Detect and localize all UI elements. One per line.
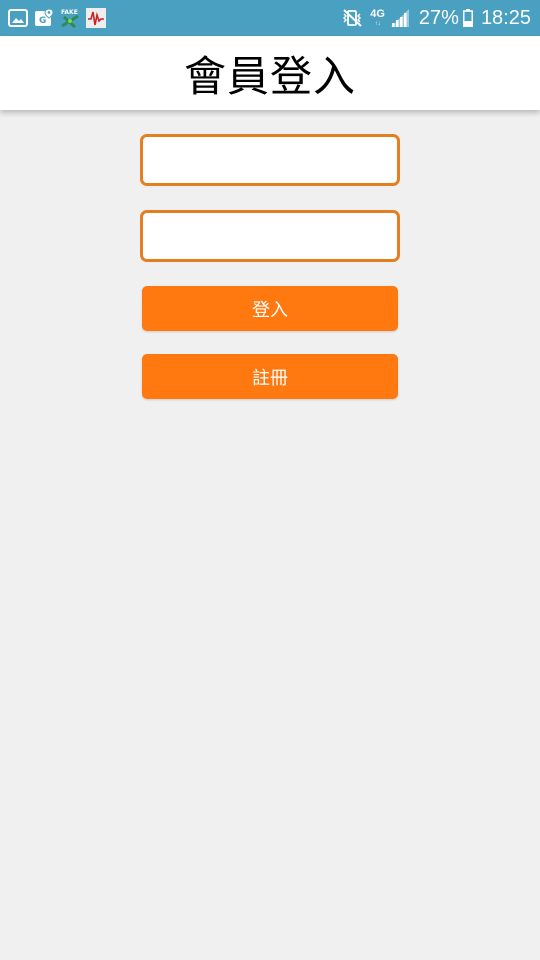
battery-icon [462,9,473,27]
fake-gps-icon: FAKE [60,8,80,29]
system-status-icons: 4G ↑↓ 27% 18:25 [340,0,531,36]
maps-icon: G [35,8,54,26]
login-button[interactable]: 登入 [142,286,398,331]
notification-icons: G FAKE [7,7,111,29]
password-input[interactable] [140,210,400,262]
signal-icon [390,9,409,27]
svg-text:G: G [39,16,46,26]
status-bar: G FAKE 4G ↑↓ 27% 18:25 [0,0,540,36]
voice-app-icon [86,8,106,28]
mute-vibrate-icon [343,9,362,27]
page-title: 會員登入 [183,51,356,101]
username-input[interactable] [140,134,400,186]
network-4g-icon: 4G ↑↓ [370,8,385,28]
svg-text:FAKE: FAKE [61,9,78,16]
register-button[interactable]: 註冊 [142,354,398,399]
gallery-icon [8,9,28,27]
app-header: 會員登入 [0,36,540,110]
network-label: 4G [370,8,385,20]
battery-percentage: 27% [418,6,459,29]
data-arrows-icon: ↑↓ [374,21,381,27]
status-clock: 18:25 [480,6,531,29]
